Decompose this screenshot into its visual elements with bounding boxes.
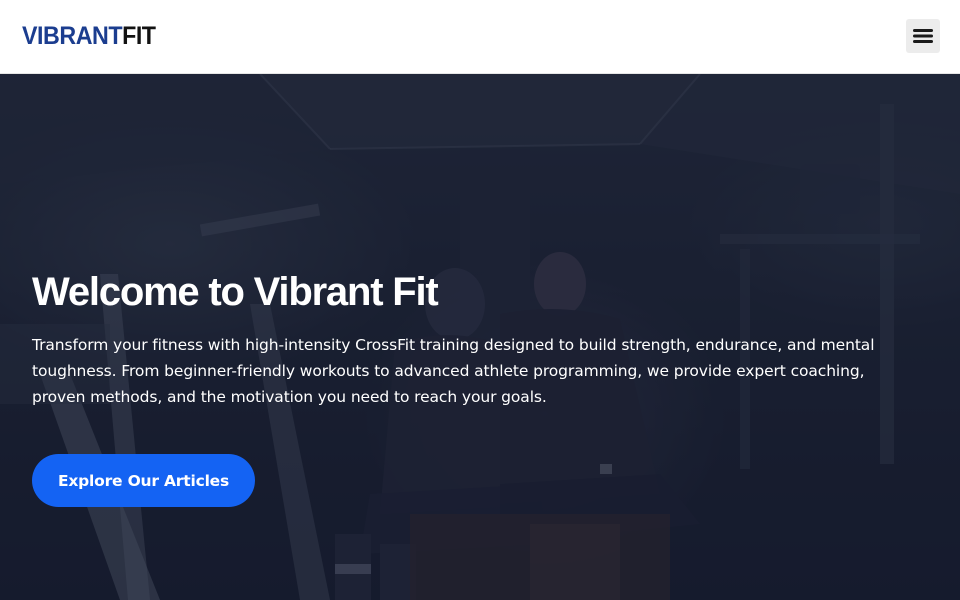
hero-description: Transform your fitness with high-intensi… [32,336,875,406]
explore-articles-button[interactable]: Explore Our Articles [32,454,255,507]
hero-title: Welcome to Vibrant Fit [32,270,439,314]
hamburger-menu-icon [913,29,933,43]
brand-logo[interactable]: VIBRANTFIT [22,22,156,50]
menu-toggle-button[interactable] [906,19,940,53]
logo-text-fit: FIT [122,22,156,50]
site-header: VIBRANTFIT [0,0,960,74]
logo-text-vibrant: VIBRANT [22,22,123,50]
hero-section: Welcome to Vibrant Fit Transform your fi… [0,74,960,600]
